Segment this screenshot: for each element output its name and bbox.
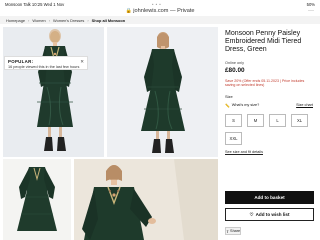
status-bar-dots: • • • xyxy=(152,2,162,7)
heart-icon: ♡ xyxy=(249,211,254,217)
popular-notice: POPULAR: 16 people viewed this in the la… xyxy=(4,56,88,70)
product-image-closeup[interactable] xyxy=(74,159,218,240)
popular-title: POPULAR: xyxy=(8,59,34,64)
add-to-wishlist-label: Add to wish list xyxy=(255,212,290,217)
chevron-right-icon: › xyxy=(48,17,50,23)
breadcrumb-shop-all-monsoon[interactable]: Shop all Monsoon xyxy=(92,18,126,23)
size-label: Size xyxy=(225,93,233,99)
breadcrumb-womens-dresses[interactable]: Women's Dresses xyxy=(53,18,84,23)
size-chart-link[interactable]: Size chart xyxy=(296,103,313,107)
popular-text: 16 people viewed this in the last few ho… xyxy=(8,65,80,69)
whats-my-size-link[interactable]: 📏 What's my size? xyxy=(225,103,259,108)
product-image-front[interactable] xyxy=(3,27,104,157)
url-text: johnlewis.com — Private xyxy=(133,8,195,14)
breadcrumb-home[interactable]: Homepage xyxy=(6,18,25,23)
product-image-back[interactable] xyxy=(107,27,218,157)
page-root: Monsoon Talk 10:25 Wed 1 Nov • • • 50% 🔒… xyxy=(0,0,320,240)
url-field[interactable]: 🔒 johnlewis.com — Private xyxy=(0,8,320,14)
share-icon: ⇪ xyxy=(225,229,230,234)
add-to-basket-button[interactable]: Add to basket xyxy=(225,191,314,204)
availability-text: Online only xyxy=(225,60,244,65)
status-bar-left: Monsoon Talk 10:25 Wed 1 Nov xyxy=(5,2,65,7)
close-icon[interactable]: ✕ xyxy=(80,59,84,65)
product-gallery: POPULAR: 16 people viewed this in the la… xyxy=(0,24,218,240)
product-title: Monsoon Penny Paisley Embroidered Midi T… xyxy=(225,30,302,54)
browser-menu-button[interactable]: ··· xyxy=(308,8,314,14)
breadcrumb-women[interactable]: Women xyxy=(32,18,45,23)
ruler-icon: 📏 xyxy=(225,103,230,108)
share-label: Share xyxy=(230,229,241,233)
size-button-s[interactable]: S xyxy=(225,113,242,127)
breadcrumb: Homepage › Women › Women's Dresses › Sho… xyxy=(0,16,320,24)
size-button-xxl[interactable]: XXL xyxy=(225,131,242,145)
product-price: £80.00 xyxy=(225,66,245,74)
size-fit-link[interactable]: See size and fit details xyxy=(225,150,313,154)
chevron-right-icon: › xyxy=(87,17,89,23)
size-button-l[interactable]: L xyxy=(269,113,286,127)
offer-text: Save 20% (Offer ends 05.11.2023 | Price … xyxy=(225,78,305,88)
product-details-panel: Monsoon Penny Paisley Embroidered Midi T… xyxy=(218,24,320,240)
product-image-flat[interactable] xyxy=(3,159,71,240)
chevron-right-icon: › xyxy=(28,17,30,23)
lock-icon: 🔒 xyxy=(125,8,132,14)
size-button-m[interactable]: M xyxy=(247,113,264,127)
battery-indicator: 50% xyxy=(306,2,315,7)
size-options: S M L XL XXL xyxy=(225,113,313,145)
size-help-row: 📏 What's my size? Size chart xyxy=(225,103,313,108)
add-to-wishlist-button[interactable]: ♡ Add to wish list xyxy=(225,208,314,221)
share-button[interactable]: ⇪ Share xyxy=(225,227,241,235)
whats-my-size-label: What's my size? xyxy=(231,103,260,108)
size-button-xl[interactable]: XL xyxy=(291,113,308,127)
